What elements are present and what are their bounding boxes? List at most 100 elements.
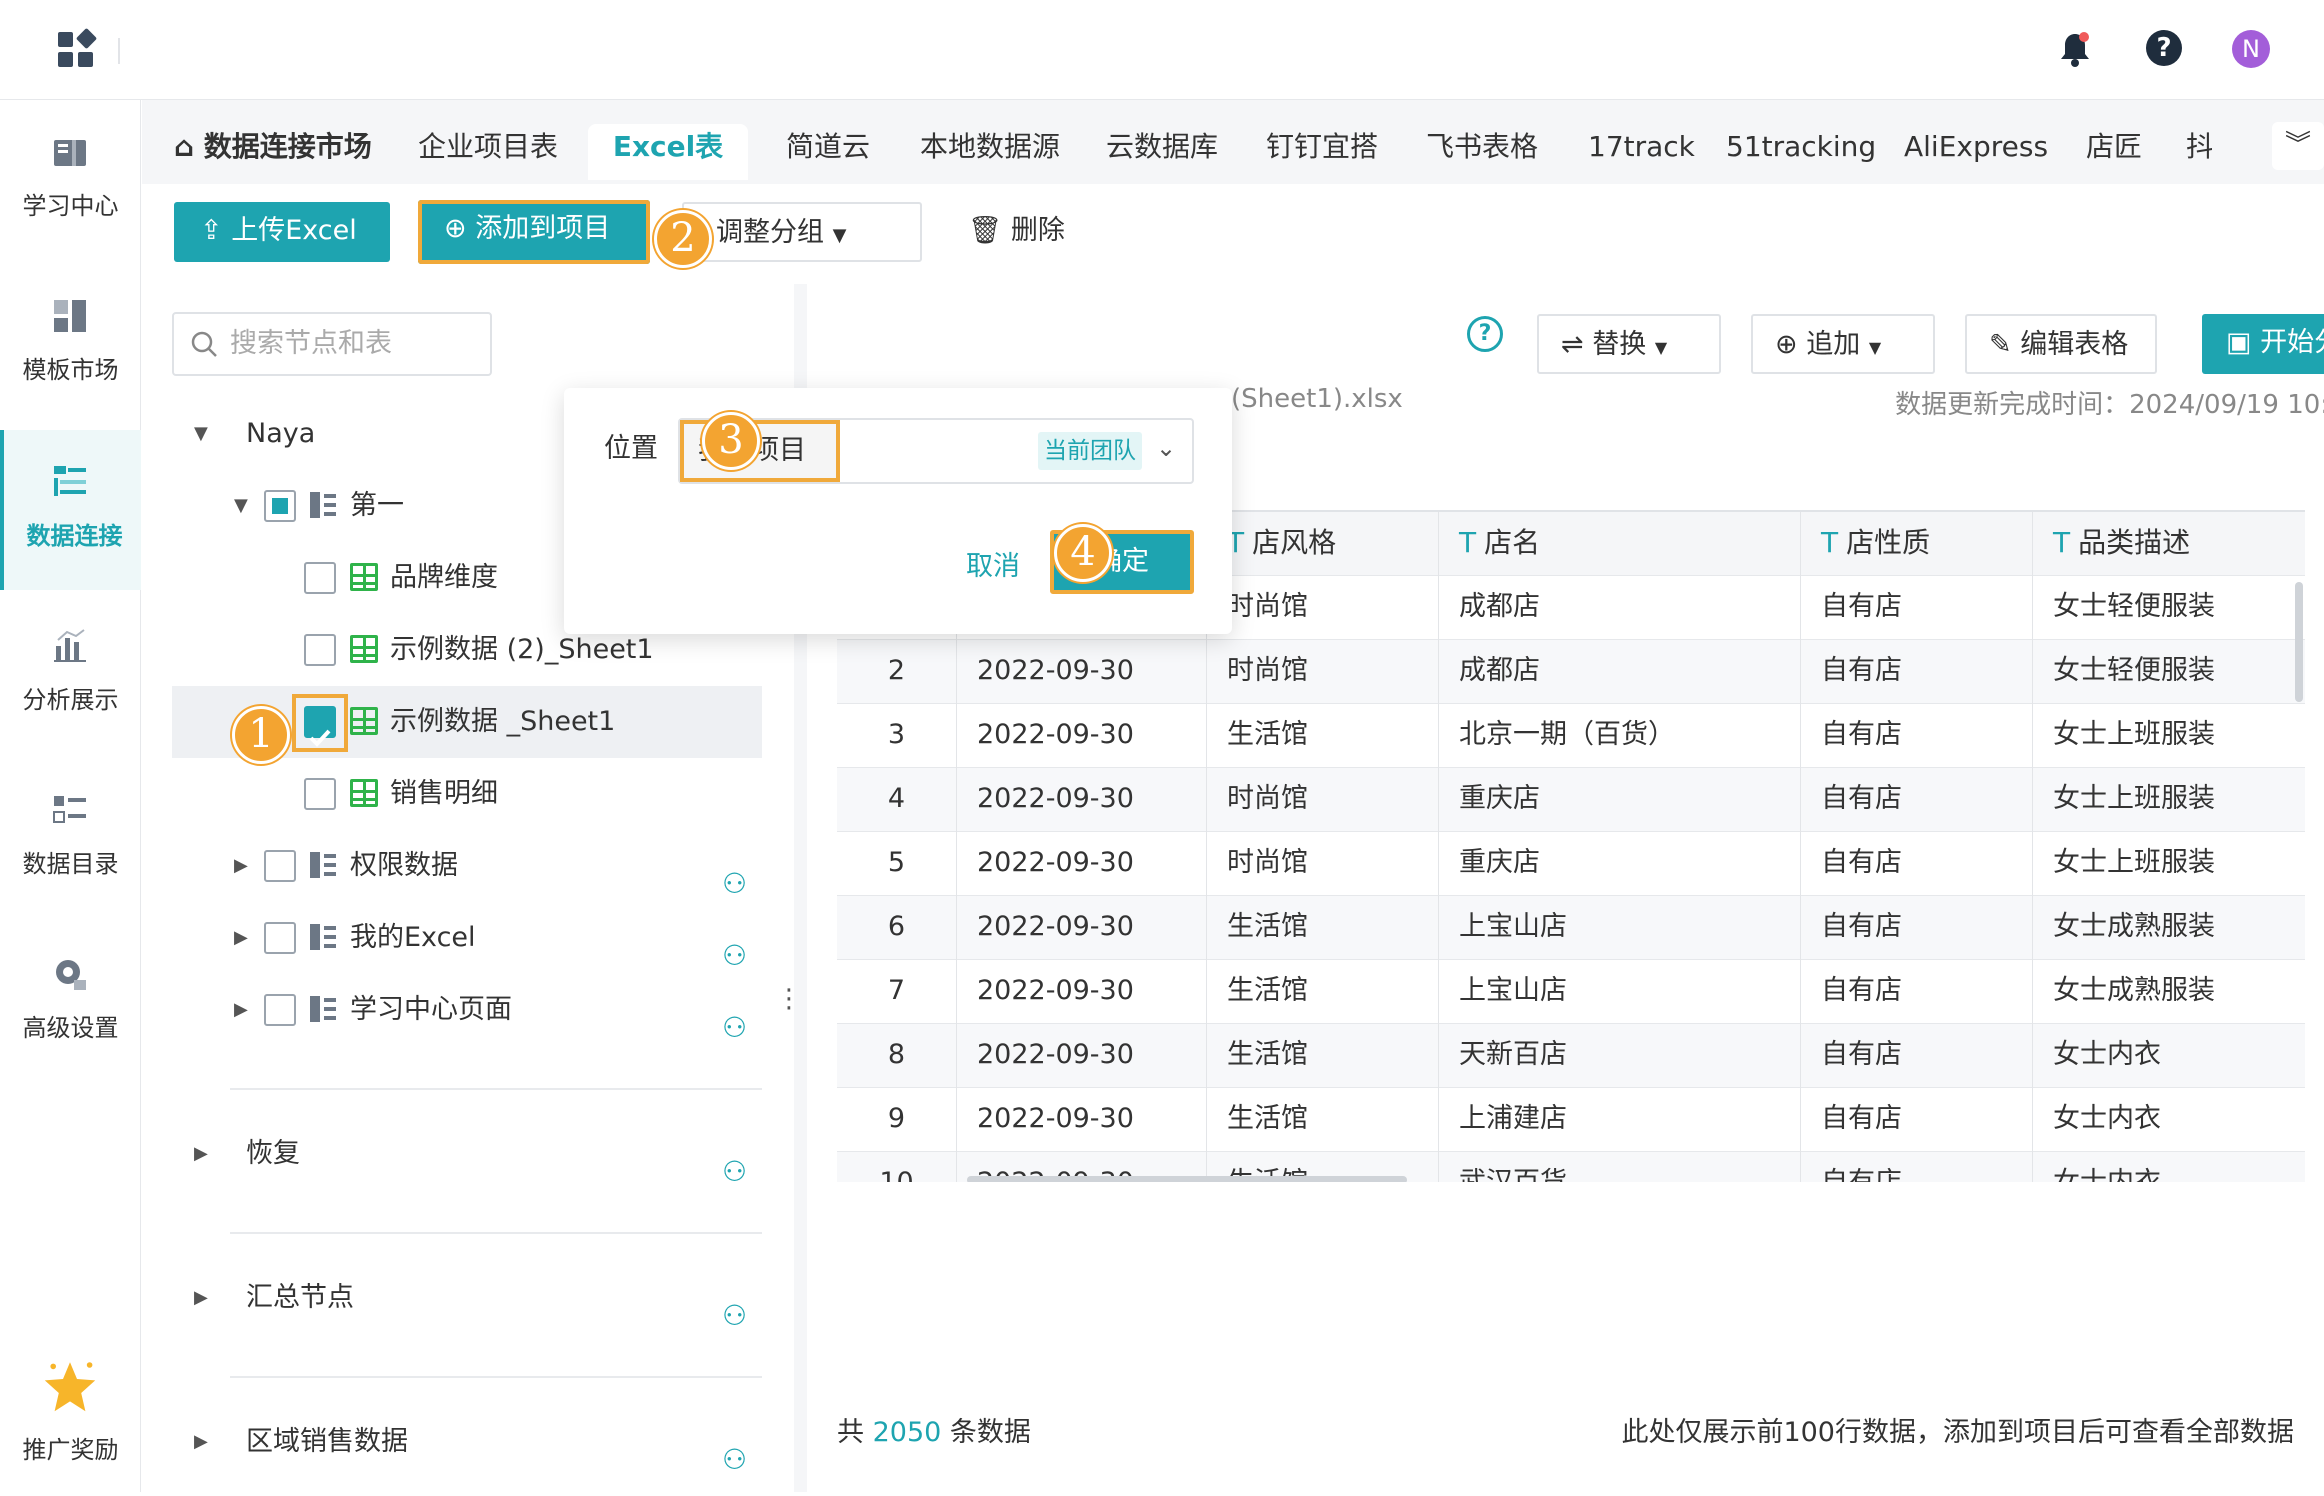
column-label: 店名 [1484, 526, 1541, 559]
table-row[interactable]: 8 2022-09-30 生活馆 天新百店 自有店 女士内衣 [837, 1024, 2305, 1088]
tree-node-label: 品牌维度 [390, 562, 498, 593]
vertical-scrollbar[interactable] [2295, 582, 2303, 702]
edit-table-button[interactable]: ✎ 编辑表格 [1965, 314, 2157, 374]
checkbox[interactable] [264, 922, 296, 954]
sidebar-item-template[interactable]: 模板市场 [0, 264, 141, 424]
sidebar-item-data-connect[interactable]: 数据连接 [0, 430, 141, 590]
checkbox[interactable] [264, 850, 296, 882]
bell-icon[interactable] [2058, 30, 2092, 68]
user-share-icon[interactable]: ⚇ [722, 1136, 756, 1188]
table-row[interactable]: 6 2022-09-30 生活馆 上宝山店 自有店 女士成熟服装 [837, 896, 2305, 960]
user-share-icon[interactable]: ⚇ [722, 920, 756, 972]
star-icon [44, 1362, 96, 1412]
user-share-icon[interactable]: ⚇ [722, 1280, 756, 1332]
tab-market[interactable]: ⌂ 数据连接市场 [174, 124, 372, 180]
tab-dingtalk[interactable]: 钉钉宜搭 [1266, 124, 1378, 180]
table-row[interactable]: 5 2022-09-30 时尚馆 重庆店 自有店 女士上班服装 [837, 832, 2305, 896]
table-cell: 自有店 [1801, 1152, 2033, 1182]
tab-enterprise[interactable]: 企业项目表 [418, 124, 558, 180]
sidebar-item-learning[interactable]: 学习中心 [0, 100, 141, 260]
append-button[interactable]: ⊕ 追加 ▼ [1751, 314, 1935, 374]
tree-node-folder[interactable]: ▶ 我的Excel ⚇ [172, 902, 762, 974]
table-cell: 时尚馆 [1207, 640, 1439, 704]
table-cell: 女士成熟服装 [2053, 975, 2215, 1006]
header-cell[interactable]: T 店风格 [1207, 512, 1439, 576]
add-to-project-button[interactable]: ⊕ 添加到项目 [418, 200, 650, 264]
sidebar-item-label: 数据连接 [26, 522, 123, 550]
checkbox[interactable] [304, 778, 336, 810]
user-share-icon[interactable]: ⚇ [722, 848, 756, 900]
divider [230, 1376, 762, 1378]
check-icon [309, 729, 331, 747]
header-cell[interactable]: T 品类描述 [2033, 512, 2305, 576]
tab-aliexpress[interactable]: AliExpress [1904, 124, 2048, 180]
tab-dianjiang[interactable]: 店匠 [2086, 124, 2142, 180]
main-area: ⌂ 数据连接市场 企业项目表 Excel表 简道云 本地数据源 云数据库 钉钉宜… [142, 100, 2324, 1492]
resize-handle-icon[interactable]: ⋮ [776, 984, 802, 1014]
tree-node-folder[interactable]: ▶ 学习中心页面 ⚇ [172, 974, 762, 1046]
table-cell: 女士上班服装 [2053, 847, 2215, 878]
chevron-double-down-icon[interactable]: ︾ [2272, 122, 2324, 170]
tree-node-label: 汇总节点 [246, 1282, 354, 1313]
sidebar-item-rewards[interactable]: 推广奖励 [0, 1330, 141, 1490]
table-row[interactable]: 4 2022-09-30 时尚馆 重庆店 自有店 女士上班服装 [837, 768, 2305, 832]
delete-button[interactable]: 🗑 删除 [968, 202, 1088, 262]
tree-section[interactable]: ▶ 恢复 ⚇ [172, 1118, 762, 1190]
checkbox[interactable] [264, 490, 296, 522]
avatar[interactable]: N [2232, 30, 2270, 68]
toolbar: ⇪ 上传Excel ⊕ 添加到项目 调整分组 ▼ 🗑 删除 [142, 184, 2324, 284]
checkbox-checked[interactable] [304, 706, 336, 747]
caret-down-icon: ▼ [1868, 338, 1882, 357]
swap-icon: ⇌ [1561, 329, 1584, 360]
table-cell: 2022-09-30 [957, 896, 1207, 960]
text-type-icon: T [2053, 526, 2071, 559]
sidebar-item-analysis[interactable]: 分析展示 [0, 594, 141, 754]
sidebar-item-catalog[interactable]: 数据目录 [0, 758, 141, 918]
tab-jiandaoyun[interactable]: 简道云 [786, 124, 870, 180]
search-input[interactable]: 搜索节点和表 [172, 312, 492, 376]
table-row[interactable]: 9 2022-09-30 生活馆 上浦建店 自有店 女士内衣 [837, 1088, 2305, 1152]
sidebar-item-settings[interactable]: 高级设置 [0, 922, 141, 1082]
table-cell: 重庆店 [1439, 768, 1801, 832]
table-cell: 生活馆 [1207, 1024, 1439, 1088]
checkbox[interactable] [264, 994, 296, 1026]
replace-button[interactable]: ⇌ 替换 ▼ [1537, 314, 1721, 374]
upload-excel-button[interactable]: ⇪ 上传Excel [174, 202, 390, 262]
app-grid-icon[interactable] [58, 27, 98, 68]
table-row[interactable]: 2 2022-09-30 时尚馆 成都店 自有店 女士轻便服装 [837, 640, 2305, 704]
table-cell: 女士轻便服装 [2053, 655, 2215, 686]
user-share-icon[interactable]: ⚇ [722, 992, 756, 1044]
start-analysis-button[interactable]: ▣ 开始分析 [2202, 314, 2324, 374]
tree-node-table[interactable]: 销售明细 [172, 758, 762, 830]
tab-local-db[interactable]: 本地数据源 [920, 124, 1060, 180]
button-label: 追加 [1806, 329, 1861, 360]
header-cell[interactable]: T 店性质 [1801, 512, 2033, 576]
tab-douyin[interactable]: 抖 [2186, 124, 2212, 180]
tree-section[interactable]: ▶ 汇总节点 ⚇ [172, 1262, 762, 1334]
checkbox[interactable] [304, 562, 336, 594]
tab-17track[interactable]: 17track [1588, 124, 1695, 180]
table-icon [350, 635, 378, 663]
cancel-button[interactable]: 取消 [966, 544, 1020, 583]
tab-51tracking[interactable]: 51tracking [1726, 124, 1876, 180]
table-row[interactable]: 7 2022-09-30 生活馆 上宝山店 自有店 女士成熟服装 [837, 960, 2305, 1024]
user-share-icon[interactable]: ⚇ [722, 1424, 756, 1476]
tab-excel[interactable]: Excel表 [588, 124, 748, 180]
help-icon[interactable]: ? [2146, 30, 2182, 66]
checkbox[interactable] [304, 634, 336, 666]
table-cell: 7 [837, 960, 957, 1024]
help-circle-icon[interactable]: ? [1467, 316, 1503, 352]
tree-node-folder[interactable]: ▶ 权限数据 ⚇ [172, 830, 762, 902]
table-row[interactable]: 3 2022-09-30 生活馆 北京一期（百货） 自有店 女士上班服装 [837, 704, 2305, 768]
horizontal-scrollbar[interactable] [967, 1176, 1407, 1182]
table-icon [350, 779, 378, 807]
row-count-value: 2050 [872, 1417, 942, 1448]
button-label: 编辑表格 [2020, 329, 2129, 360]
tree-section[interactable]: ▶ 区域销售数据 ⚇ [172, 1406, 762, 1478]
tab-cloud-db[interactable]: 云数据库 [1106, 124, 1218, 180]
header-cell[interactable]: T 店名 [1439, 512, 1801, 576]
tab-feishu[interactable]: 飞书表格 [1426, 124, 1538, 180]
adjust-group-button[interactable]: 调整分组 ▼ [682, 202, 922, 262]
table-cell: 上宝山店 [1439, 896, 1801, 960]
divider [230, 1088, 762, 1090]
